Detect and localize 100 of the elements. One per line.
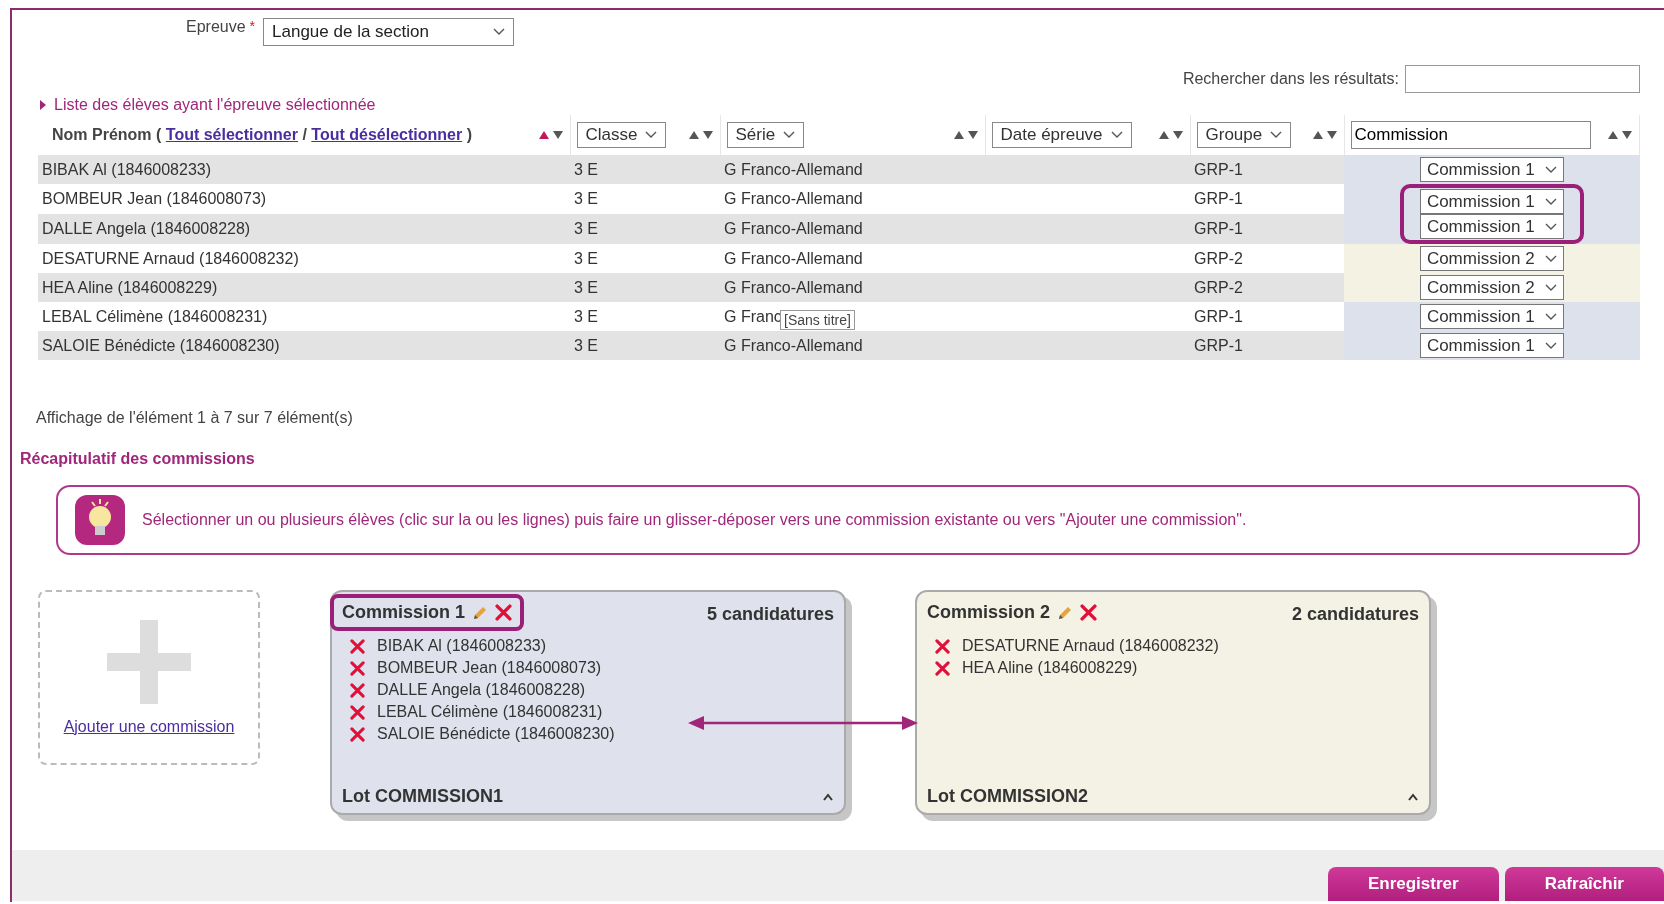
delete-icon[interactable] (1080, 604, 1098, 621)
table-cell: DESATURNE Arnaud (1846008232) (42, 249, 299, 267)
column-filter-dropdown[interactable]: Groupe (1196, 122, 1292, 148)
table-cell: G Franco-Allemand (724, 220, 863, 237)
commission-dropdown[interactable]: Commission 1 (1419, 333, 1564, 358)
delete-icon[interactable] (350, 660, 365, 676)
table-cell: HEA Aline (1846008229) (42, 278, 218, 296)
select-all-link[interactable]: Tout sélectionner (165, 126, 298, 143)
column-filter-dropdown[interactable]: Classe (576, 122, 667, 148)
delete-icon[interactable] (350, 682, 365, 698)
table-cell: G Franco-Allemand (724, 336, 863, 354)
deselect-all-link[interactable]: Tout désélectionner (311, 126, 463, 143)
search-field[interactable] (1405, 65, 1640, 93)
add-commission-link[interactable]: Ajouter une commission (63, 717, 235, 736)
commission-dropdown[interactable]: Commission 1 (1419, 304, 1564, 329)
lightbulb-icon (74, 494, 126, 546)
column-header: Nom Prénom ( (52, 126, 162, 143)
sort-icon[interactable] (1311, 130, 1338, 140)
chevron-down-icon (1544, 222, 1557, 231)
chevron-down-icon (645, 131, 658, 139)
column-filter-dropdown[interactable]: Série (726, 122, 805, 148)
triangle-right-icon[interactable] (40, 100, 46, 110)
delete-icon[interactable] (350, 726, 365, 742)
delete-icon[interactable] (350, 638, 365, 654)
table-cell: G Franco-Allemand (724, 278, 863, 296)
table-cell: BIBAK Al (1846008233) (42, 160, 211, 178)
commission-dropdown[interactable]: Commission 1 (1419, 157, 1564, 182)
table-cell: DALLE Angela (1846008228) (42, 220, 251, 237)
table-cell: 3 E (574, 336, 598, 354)
table-cell: SALOIE Bénédicte (1846008230) (42, 336, 280, 354)
column-filter-dropdown[interactable]: Date épreuve (991, 122, 1132, 148)
table-cell: BOMBEUR Jean (1846008073) (42, 190, 267, 207)
chevron-down-icon (1544, 254, 1557, 263)
pagination-info: Affichage de l'élément 1 à 7 sur 7 élément(s) (36, 408, 354, 428)
add-commission-panel[interactable]: Ajouter une commission (38, 590, 260, 765)
delete-icon[interactable] (935, 638, 950, 654)
table-cell: 3 E (574, 307, 598, 325)
candidate-count: 5 candidatures (706, 604, 834, 625)
candidate-name: BOMBEUR Jean (1846008073) (377, 659, 602, 677)
table-cell: 3 E (574, 190, 598, 207)
plus-icon (107, 619, 191, 704)
sort-icon[interactable] (537, 130, 564, 140)
caret-up-icon[interactable] (1407, 792, 1419, 801)
chevron-down-icon (493, 28, 506, 36)
chevron-down-icon (783, 131, 796, 139)
chevron-down-icon (1544, 165, 1557, 174)
table-cell: GRP-2 (1194, 278, 1243, 296)
action-button[interactable]: Enregistrer (1327, 867, 1499, 901)
sort-icon[interactable] (1607, 130, 1633, 140)
table-cell: GRP-1 (1194, 190, 1243, 207)
commission-dropdown[interactable]: Commission 2 (1419, 275, 1564, 300)
action-button[interactable]: Rafraîchir (1504, 867, 1664, 901)
epreuve-dropdown[interactable]: Langue de la section (263, 18, 515, 46)
table-cell: G Franco-Allemand (724, 160, 863, 178)
column-header: ) (466, 126, 472, 143)
candidate-name: HEA Aline (1846008229) (962, 659, 1138, 677)
tooltip: [Sans titre] (780, 310, 855, 330)
table-cell: GRP-1 (1194, 220, 1243, 237)
commission-dropdown[interactable]: Commission 1 (1419, 214, 1564, 239)
table-cell: GRP-1 (1194, 307, 1243, 325)
commission-title: Commission 1 (342, 602, 466, 623)
search-label: Rechercher dans les résultats: (1182, 70, 1399, 88)
commission-dropdown[interactable]: Commission 2 (1419, 246, 1564, 271)
table-cell: 3 E (574, 220, 598, 237)
sort-icon[interactable] (1157, 130, 1184, 140)
table-cell: 3 E (574, 160, 598, 178)
lot-name: Lot COMMISSION1 (342, 786, 503, 807)
table-cell: GRP-1 (1194, 336, 1243, 354)
column-filter-field[interactable]: Commission (1350, 121, 1591, 149)
chevron-down-icon (1544, 312, 1557, 321)
sort-icon[interactable] (687, 130, 714, 140)
table-cell: GRP-2 (1194, 249, 1243, 267)
caret-up-icon[interactable] (822, 792, 834, 801)
required-mark: * (249, 18, 256, 34)
chevron-down-icon (1544, 283, 1557, 292)
table-cell: G Franc (724, 307, 782, 325)
candidate-count: 2 candidatures (1291, 604, 1419, 625)
chevron-down-icon (1110, 131, 1123, 139)
table-cell: G Franco-Allemand (724, 249, 863, 267)
section-title: Récapitulatif des commissions (20, 450, 256, 468)
candidate-name: LEBAL Célimène (1846008231) (377, 703, 603, 721)
candidate-name: BIBAK Al (1846008233) (377, 637, 546, 655)
chevron-down-icon (1544, 341, 1557, 350)
table-cell: LEBAL Célimène (1846008231) (42, 307, 268, 325)
candidate-name: SALOIE Bénédicte (1846008230) (377, 725, 615, 743)
chevron-down-icon (1544, 197, 1557, 206)
chevron-down-icon (1270, 131, 1283, 139)
delete-icon[interactable] (495, 604, 513, 621)
delete-icon[interactable] (935, 660, 950, 676)
lot-name: Lot COMMISSION2 (927, 786, 1088, 807)
separator-text: / (302, 126, 307, 143)
table-cell: 3 E (574, 249, 598, 267)
delete-icon[interactable] (350, 704, 365, 720)
commission-dropdown[interactable]: Commission 1 (1419, 189, 1564, 214)
candidate-name: DESATURNE Arnaud (1846008232) (962, 637, 1219, 655)
sort-icon[interactable] (952, 130, 979, 140)
table-cell: G Franco-Allemand (724, 190, 863, 207)
section-toggle[interactable]: Liste des élèves ayant l'épreuve sélectionnée (54, 96, 376, 114)
field-label: Epreuve (186, 18, 246, 36)
tip-text: Sélectionner un ou plusieurs élèves (clic sur la ou les lignes) puis faire un glisser-déposer vers une commission existante ou vers "Ajouter une commission". (142, 511, 1247, 529)
